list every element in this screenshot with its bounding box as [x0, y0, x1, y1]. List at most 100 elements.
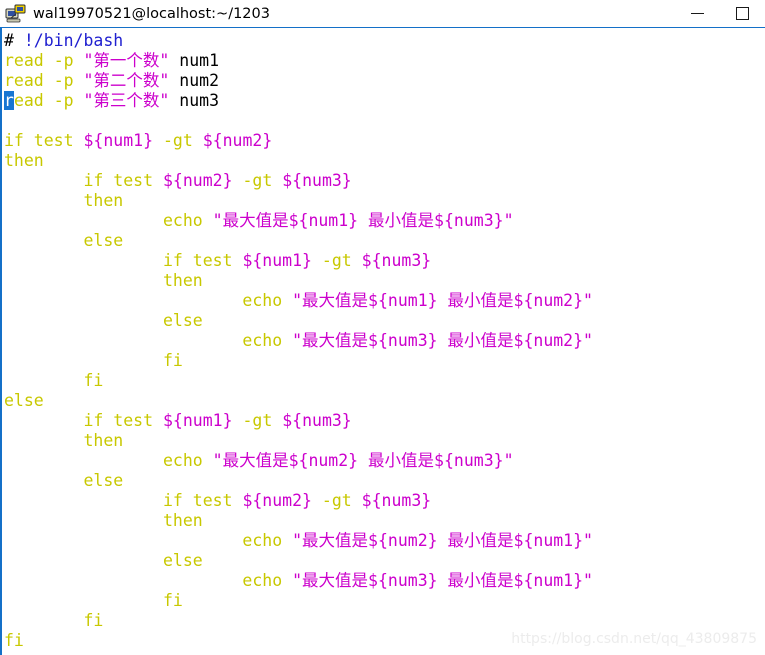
code-token-keyword: if test	[83, 171, 163, 190]
code-token-keyword: then	[162, 271, 203, 290]
code-line: else	[4, 391, 765, 411]
code-line: echo "最大值是${num1} 最小值是${num2}"	[4, 291, 765, 311]
code-token-plain: #	[4, 31, 24, 50]
window-title: wal19970521@localhost:~/1203	[33, 5, 270, 22]
code-token-keyword: if test	[162, 251, 243, 270]
code-line: if test ${num1} -gt ${num3}	[4, 251, 765, 271]
code-line: else	[4, 551, 765, 571]
code-token-comment: !/bin/bash	[23, 31, 124, 50]
code-line: echo "最大值是${num3} 最小值是${num1}"	[4, 571, 765, 591]
window-titlebar[interactable]: wal19970521@localhost:~/1203	[0, 0, 765, 27]
minimize-button[interactable]	[675, 0, 720, 27]
code-token-variable: ${num2}	[162, 171, 233, 190]
code-token-keyword: -gt	[162, 131, 193, 150]
code-token-string: "最大值是${num1} 最小值是${num3}"	[212, 211, 514, 230]
code-line: if test ${num2} -gt ${num3}	[4, 491, 765, 511]
watermark-text: https://blog.csdn.net/qq_43809875	[511, 631, 757, 647]
code-line: if test ${num2} -gt ${num3}	[4, 171, 765, 191]
code-token-variable: ${num2}	[242, 491, 312, 510]
code-line: then	[4, 511, 765, 531]
code-token-keyword: if test	[83, 411, 163, 430]
code-line: fi	[4, 611, 765, 631]
code-line: echo "最大值是${num2} 最小值是${num1}"	[4, 531, 765, 551]
code-line: else	[4, 471, 765, 491]
code-token-keyword: then	[162, 511, 203, 530]
code-line: fi	[4, 371, 765, 391]
code-line: fi	[4, 591, 765, 611]
code-token-string: "最大值是${num1} 最小值是${num2}"	[292, 291, 593, 310]
code-line: read -p "第二个数" num2	[4, 71, 765, 91]
code-line: echo "最大值是${num2} 最小值是${num3}"	[4, 451, 765, 471]
minimize-icon	[691, 12, 704, 15]
code-token-keyword: else	[83, 231, 124, 250]
code-line: then	[4, 191, 765, 211]
code-token-keyword: echo	[242, 331, 283, 350]
code-token-string: "第一个数"	[83, 51, 170, 70]
code-token-string: "第三个数"	[83, 91, 170, 110]
code-token-keyword: echo	[162, 451, 203, 470]
code-line: then	[4, 151, 765, 171]
terminal-code-area[interactable]: # !/bin/bash read -p "第一个数" num1 read -p "…	[2, 28, 765, 651]
code-token-variable: ${num1}	[83, 131, 154, 150]
code-token-variable: ${num1}	[162, 411, 233, 430]
code-token-keyword: -p	[53, 91, 74, 110]
terminal-window[interactable]: # !/bin/bash read -p "第一个数" num1 read -p "…	[0, 27, 765, 655]
code-token-keyword: -p	[53, 71, 74, 90]
code-line: if test ${num1} -gt ${num2}	[4, 131, 765, 151]
maximize-button[interactable]	[720, 0, 765, 27]
code-token-keyword: ead	[13, 91, 44, 110]
code-token-keyword: echo	[242, 531, 283, 550]
code-line: else	[4, 311, 765, 331]
code-token-keyword: then	[4, 151, 44, 170]
code-token-keyword: -p	[53, 51, 74, 70]
code-token-variable: ${num1}	[242, 251, 312, 270]
code-token-string: "第二个数"	[83, 71, 170, 90]
code-token-keyword: -gt	[242, 411, 273, 430]
code-token-keyword: if test	[162, 491, 243, 510]
code-line: then	[4, 431, 765, 451]
code-token-keyword: then	[83, 431, 124, 450]
text-cursor: r	[4, 91, 14, 110]
code-token-string: "最大值是${num3} 最小值是${num2}"	[292, 331, 593, 350]
code-token-keyword: echo	[242, 291, 283, 310]
code-token-variable: ${num3}	[361, 251, 432, 270]
code-token-keyword: fi	[83, 371, 104, 390]
code-line: echo "最大值是${num3} 最小值是${num2}"	[4, 331, 765, 351]
code-line: then	[4, 271, 765, 291]
code-token-plain: num2	[169, 71, 220, 90]
code-token-keyword: fi	[83, 611, 104, 630]
code-token-string: "最大值是${num3} 最小值是${num1}"	[292, 571, 593, 590]
code-token-variable: ${num3}	[282, 171, 352, 190]
code-token-keyword: -gt	[321, 491, 352, 510]
code-token-keyword: else	[162, 551, 203, 570]
